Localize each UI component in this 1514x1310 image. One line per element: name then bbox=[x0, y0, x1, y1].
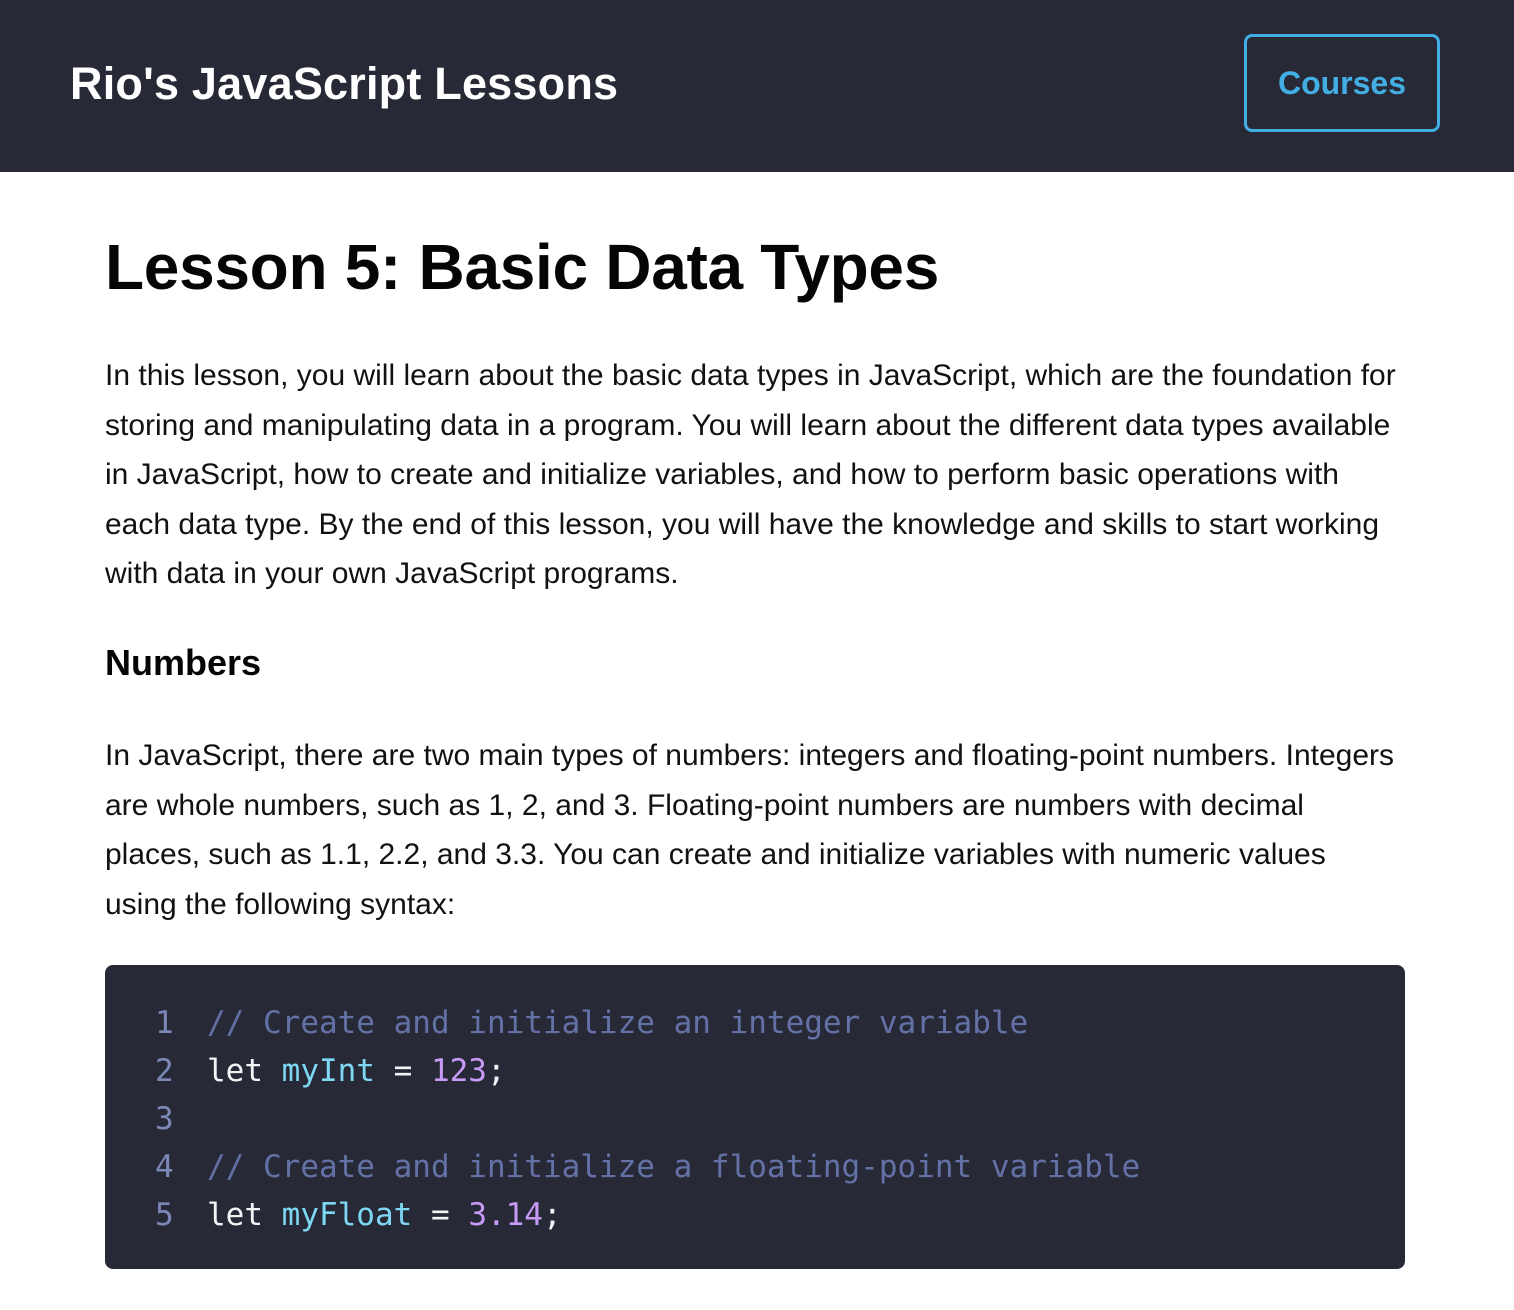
line-number: 4 bbox=[155, 1149, 174, 1186]
code-line: 1 // Create and initialize an integer va… bbox=[155, 999, 1405, 1047]
code-comment: // Create and initialize a floating-poin… bbox=[207, 1149, 1141, 1186]
code-line: 3 bbox=[155, 1095, 1405, 1143]
code-text: // Create and initialize a floating-poin… bbox=[207, 1143, 1140, 1191]
site-header: Rio's JavaScript Lessons Courses bbox=[0, 0, 1514, 172]
main-content: Lesson 5: Basic Data Types In this lesso… bbox=[0, 231, 1514, 1270]
code-block: 1 // Create and initialize an integer va… bbox=[105, 965, 1405, 1270]
code-number: 3.14 bbox=[468, 1197, 543, 1234]
lesson-intro: In this lesson, you will learn about the… bbox=[105, 359, 1396, 591]
lesson-title: Lesson 5: Basic Data Types bbox=[105, 231, 940, 303]
code-operator: = bbox=[412, 1197, 469, 1234]
code-variable: myFloat bbox=[281, 1197, 413, 1234]
line-number: 3 bbox=[155, 1101, 174, 1138]
code-line: 4 // Create and initialize a floating-po… bbox=[155, 1143, 1405, 1191]
line-number: 5 bbox=[155, 1197, 174, 1234]
code-operator: = bbox=[374, 1053, 431, 1090]
code-line: 2 let myInt = 123; bbox=[155, 1047, 1405, 1095]
code-text: let myInt = 123; bbox=[207, 1047, 506, 1095]
code-text: // Create and initialize an integer vari… bbox=[207, 999, 1028, 1047]
code-line: 5 let myFloat = 3.14; bbox=[155, 1191, 1405, 1239]
code-variable: myInt bbox=[281, 1053, 375, 1090]
section-text-numbers: In JavaScript, there are two main types … bbox=[105, 738, 1395, 921]
line-number: 1 bbox=[155, 1005, 174, 1042]
section-heading-numbers: Numbers bbox=[105, 641, 262, 683]
line-number: 2 bbox=[155, 1053, 174, 1090]
code-comment: // Create and initialize an integer vari… bbox=[207, 1005, 1029, 1042]
code-text: let myFloat = 3.14; bbox=[207, 1191, 562, 1239]
code-keyword: let bbox=[207, 1053, 282, 1090]
code-punctuation: ; bbox=[486, 1053, 506, 1090]
code-number: 123 bbox=[430, 1053, 487, 1090]
code-punctuation: ; bbox=[542, 1197, 562, 1234]
courses-button[interactable]: Courses bbox=[1244, 34, 1440, 132]
site-title: Rio's JavaScript Lessons bbox=[70, 58, 619, 109]
code-keyword: let bbox=[207, 1197, 282, 1234]
